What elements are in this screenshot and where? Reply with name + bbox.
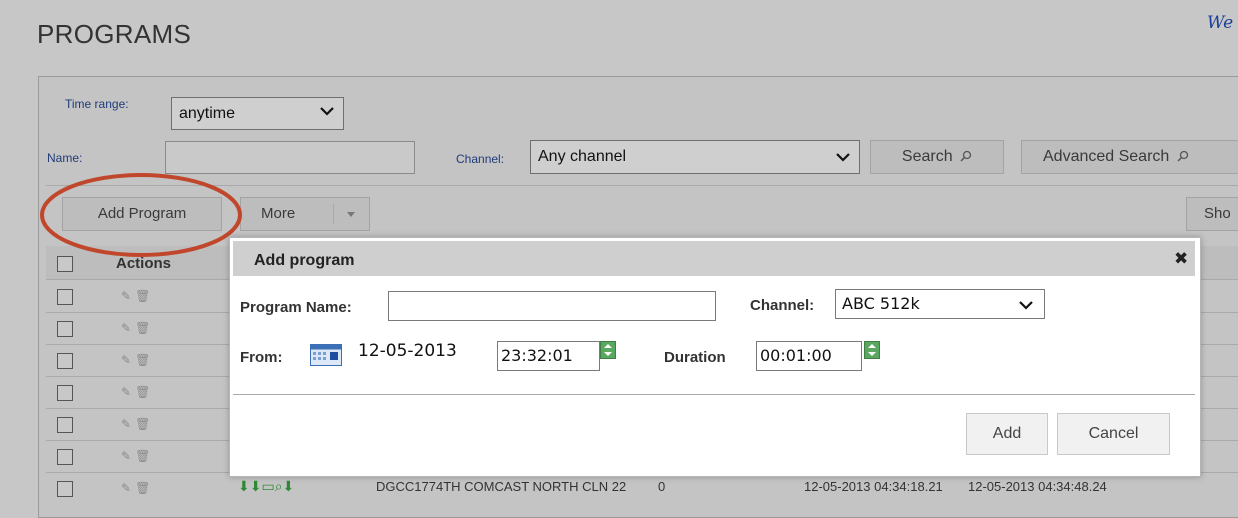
row-actions: ✎🗑 (121, 321, 154, 335)
trash-icon[interactable]: 🗑 (135, 353, 154, 367)
channel-select[interactable]: Any channel (530, 140, 860, 174)
dialog-channel-select[interactable]: ABC 512k (835, 289, 1045, 319)
row-end-time: 12-05-2013 04:34:48.24 (968, 479, 1107, 494)
from-date-value[interactable]: 12-05-2013 (358, 341, 457, 361)
advanced-search-label: Advanced Search (1043, 148, 1170, 165)
row-actions: ✎🗑 (121, 385, 154, 399)
more-button[interactable]: More (240, 197, 370, 231)
dialog-channel-value: ABC 512k (842, 294, 920, 313)
row-actions: ✎🗑 (121, 353, 154, 367)
program-name-input[interactable] (388, 291, 716, 321)
dialog-header: Add program ✖ (233, 241, 1195, 276)
name-label: Name: (47, 151, 83, 165)
caret-down-icon (347, 212, 355, 217)
row-actions: ✎🗑 (121, 481, 154, 495)
duration-label: Duration (664, 349, 726, 366)
time-range-label: Time range: (65, 97, 129, 111)
search-button-label: Search (901, 148, 953, 165)
close-icon[interactable]: ✖ (1174, 249, 1188, 269)
divider (233, 394, 1195, 395)
cancel-button[interactable]: Cancel (1057, 413, 1170, 455)
page-title: PROGRAMS (37, 19, 192, 49)
search-icon (960, 150, 972, 162)
time-range-select[interactable]: anytime (171, 97, 344, 130)
search-icon (1177, 150, 1188, 162)
calendar-icon[interactable] (310, 344, 342, 366)
chevron-down-icon (836, 153, 850, 162)
chevron-down-icon (320, 107, 334, 116)
duration-input[interactable]: 00:01:00 (756, 341, 862, 371)
edit-icon[interactable]: ✎ (121, 321, 135, 335)
add-button[interactable]: Add (966, 413, 1048, 455)
time-range-value: anytime (179, 105, 236, 122)
duration-spinner-icon[interactable] (864, 341, 880, 359)
row-checkbox[interactable] (57, 353, 73, 369)
program-name-label: Program Name: (240, 299, 352, 316)
edit-icon[interactable]: ✎ (121, 289, 135, 303)
search-button[interactable]: Search (870, 140, 1004, 174)
trash-icon[interactable]: 🗑 (135, 385, 154, 399)
row-start-time: 12-05-2013 04:34:18.21 (804, 479, 943, 494)
channel-label: Channel: (456, 152, 505, 166)
dialog-title: Add program (254, 252, 355, 269)
add-program-dialog: Add program ✖ Program Name: Channel: ABC… (229, 237, 1201, 477)
edit-icon[interactable]: ✎ (121, 481, 135, 495)
row-checkbox[interactable] (57, 385, 73, 401)
chevron-down-icon (1019, 301, 1033, 310)
dialog-channel-label: Channel: (750, 297, 815, 314)
row-channel-text: DGCC1774TH COMCAST NORTH CLN 22 (376, 479, 627, 494)
trash-icon[interactable]: 🗑 (135, 481, 154, 495)
row-actions: ✎🗑 (121, 289, 154, 303)
row-checkbox[interactable] (57, 449, 73, 465)
channel-value: Any channel (538, 148, 627, 165)
row-actions: ✎🗑 (121, 417, 154, 431)
trash-icon[interactable]: 🗑 (135, 417, 154, 431)
row-checkbox[interactable] (57, 321, 73, 337)
edit-icon[interactable]: ✎ (121, 449, 135, 463)
highlight-ellipse (40, 173, 242, 257)
show-button[interactable]: Sho (1186, 197, 1238, 231)
edit-icon[interactable]: ✎ (121, 385, 135, 399)
edit-icon[interactable]: ✎ (121, 353, 135, 367)
more-button-label: More (261, 205, 296, 222)
advanced-search-button[interactable]: Advanced Search (1021, 140, 1238, 174)
from-label: From: (240, 349, 283, 366)
time-spinner-icon[interactable] (600, 341, 616, 359)
divider (333, 204, 334, 224)
trash-icon[interactable]: 🗑 (135, 321, 154, 335)
row-checkbox[interactable] (57, 481, 73, 497)
trash-icon[interactable]: 🗑 (135, 449, 154, 463)
row-checkbox[interactable] (57, 289, 73, 305)
row-checkbox[interactable] (57, 417, 73, 433)
from-time-input[interactable]: 23:32:01 (497, 341, 600, 371)
row-count: 0 (658, 479, 666, 494)
edit-icon[interactable]: ✎ (121, 417, 135, 431)
row-status-icons: ⬇⬇▭⌕⬇ (238, 479, 295, 495)
welcome-link[interactable]: We (1207, 13, 1233, 33)
trash-icon[interactable]: 🗑 (135, 289, 154, 303)
row-actions: ✎🗑 (121, 449, 154, 463)
